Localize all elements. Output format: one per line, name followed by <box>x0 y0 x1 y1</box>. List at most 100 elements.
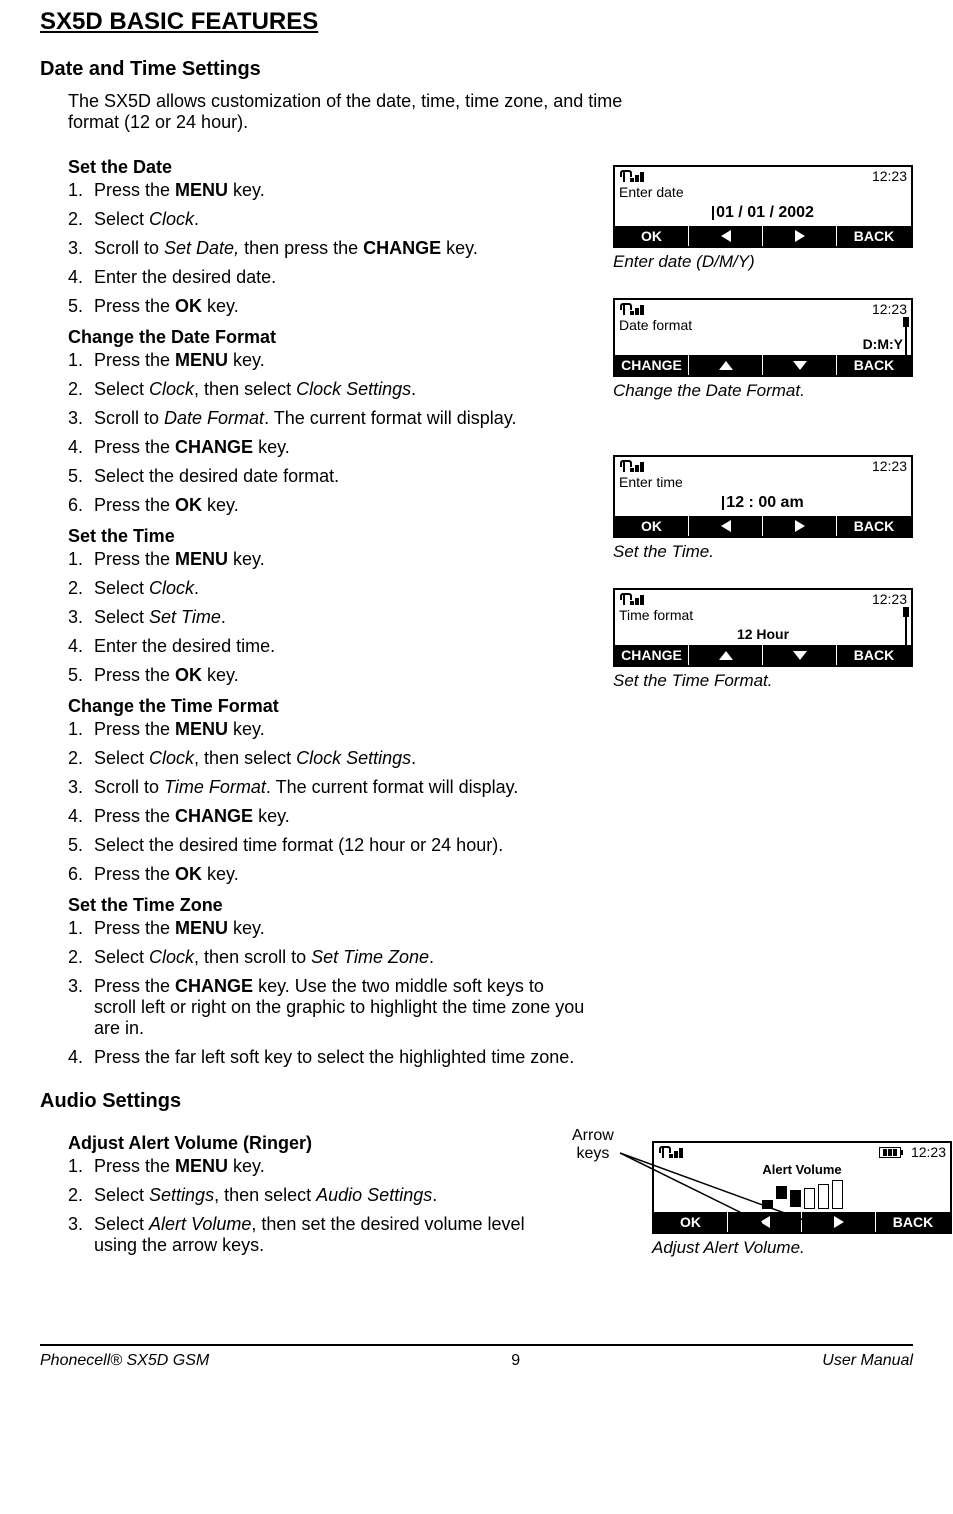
list-item: Select Set Time. <box>88 607 589 628</box>
list-item: Press the OK key. <box>88 864 589 885</box>
softkey-back: BACK <box>837 645 911 665</box>
list-item: Press the MENU key. <box>88 350 589 371</box>
date-format-value: D:M:Y <box>615 333 911 355</box>
list-item: Press the far left soft key to select th… <box>88 1047 589 1068</box>
list-item: Press the MENU key. <box>88 1156 548 1177</box>
softkey-ok: OK <box>615 226 689 246</box>
footer-left: Phonecell® SX5D GSM <box>40 1352 209 1370</box>
signal-icon <box>619 170 644 182</box>
screen-label: Time format <box>615 607 911 623</box>
clock-readout: 12:23 <box>872 301 907 317</box>
steps-time-format: Press the MENU key. Select Clock, then s… <box>88 719 589 885</box>
time-input-value: 12 : 00 am <box>615 490 911 516</box>
softkey-right-arrow <box>763 226 837 246</box>
page-footer: Phonecell® SX5D GSM 9 User Manual <box>40 1344 913 1370</box>
subheading-alert-volume: Adjust Alert Volume (Ringer) <box>68 1133 548 1154</box>
footer-page-number: 9 <box>511 1352 520 1370</box>
arrow-right-icon <box>795 230 805 242</box>
signal-icon <box>619 593 644 605</box>
list-item: Select Settings, then select Audio Setti… <box>88 1185 548 1206</box>
list-item: Select Clock, then select Clock Settings… <box>88 748 589 769</box>
time-format-value: 12 Hour <box>615 623 911 645</box>
softkey-left-arrow <box>689 516 763 536</box>
arrow-left-icon <box>721 520 731 532</box>
steps-time-zone: Press the MENU key. Select Clock, then s… <box>88 918 589 1068</box>
list-item: Press the CHANGE key. <box>88 806 589 827</box>
list-item: Enter the desired date. <box>88 267 589 288</box>
subheading-set-time: Set the Time <box>68 526 589 547</box>
softkey-down-arrow <box>763 645 837 665</box>
phone-screen: 12:23 Enter date 01 / 01 / 2002 OK BACK <box>613 165 913 248</box>
softkey-right-arrow <box>763 516 837 536</box>
softkey-left-arrow <box>689 226 763 246</box>
key-change: CHANGE <box>363 238 441 258</box>
section-heading-datetime: Date and Time Settings <box>40 58 913 81</box>
signal-icon <box>619 460 644 472</box>
arrow-left-icon <box>721 230 731 242</box>
softkey-row: CHANGE BACK <box>615 645 911 665</box>
arrow-down-icon <box>793 361 807 370</box>
figure-caption: Set the Time Format. <box>613 671 913 691</box>
list-item: Select the desired time format (12 hour … <box>88 835 589 856</box>
softkey-back: BACK <box>837 355 911 375</box>
list-item: Press the MENU key. <box>88 549 589 570</box>
subheading-set-date: Set the Date <box>68 157 589 178</box>
steps-set-date: Press the MENU key. Select Clock. Scroll… <box>88 180 589 317</box>
list-item: Press the MENU key. <box>88 180 589 201</box>
phone-screen: 12:23 Time format 12 Hour CHANGE BACK <box>613 588 913 667</box>
key-menu: MENU <box>175 180 228 200</box>
steps-date-format: Press the MENU key. Select Clock, then s… <box>88 350 589 516</box>
list-item: Scroll to Date Format. The current forma… <box>88 408 589 429</box>
list-item: Select Clock, then select Clock Settings… <box>88 379 589 400</box>
softkey-change: CHANGE <box>615 355 689 375</box>
subheading-time-format: Change the Time Format <box>68 696 589 717</box>
list-item: Select the desired date format. <box>88 466 589 487</box>
figure-enter-date: 12:23 Enter date 01 / 01 / 2002 OK BACK … <box>613 165 913 272</box>
softkey-down-arrow <box>763 355 837 375</box>
date-input-value: 01 / 01 / 2002 <box>615 200 911 226</box>
list-item: Press the CHANGE key. <box>88 437 589 458</box>
list-item: Select Alert Volume, then set the desire… <box>88 1214 548 1256</box>
subheading-time-zone: Set the Time Zone <box>68 895 589 916</box>
softkey-ok: OK <box>615 516 689 536</box>
list-item: Press the OK key. <box>88 296 589 317</box>
volume-title: Alert Volume <box>654 1162 950 1177</box>
volume-bars <box>762 1180 843 1209</box>
arrow-up-icon <box>719 651 733 660</box>
softkey-up-arrow <box>689 645 763 665</box>
steps-alert-volume: Press the MENU key. Select Settings, the… <box>88 1156 548 1256</box>
softkey-row: CHANGE BACK <box>615 355 911 375</box>
section-heading-audio: Audio Settings <box>40 1090 913 1113</box>
screen-label: Enter time <box>615 474 911 490</box>
figure-caption: Set the Time. <box>613 542 913 562</box>
phone-screen: 12:23 Enter time 12 : 00 am OK BACK <box>613 455 913 538</box>
list-item: Enter the desired time. <box>88 636 589 657</box>
softkey-row: OK BACK <box>615 516 911 536</box>
softkey-up-arrow <box>689 355 763 375</box>
steps-set-time: Press the MENU key. Select Clock. Select… <box>88 549 589 686</box>
list-item: Press the MENU key. <box>88 719 589 740</box>
clock-readout: 12:23 <box>872 458 907 474</box>
key-ok: OK <box>175 296 202 316</box>
screen-label: Enter date <box>615 184 911 200</box>
list-item: Press the MENU key. <box>88 918 589 939</box>
list-item: Select Clock. <box>88 578 589 599</box>
list-item: Scroll to Time Format. The current forma… <box>88 777 589 798</box>
softkey-change: CHANGE <box>615 645 689 665</box>
intro-paragraph: The SX5D allows customization of the dat… <box>68 91 628 133</box>
figure-caption: Change the Date Format. <box>613 381 913 401</box>
arrow-down-icon <box>793 651 807 660</box>
figure-caption: Enter date (D/M/Y) <box>613 252 913 272</box>
arrow-up-icon <box>719 361 733 370</box>
softkey-back: BACK <box>837 516 911 536</box>
list-item: Press the OK key. <box>88 495 589 516</box>
signal-icon <box>619 303 644 315</box>
page-title: SX5D BASIC FEATURES <box>40 8 913 36</box>
audio-content: Adjust Alert Volume (Ringer) Press the M… <box>68 1123 913 1284</box>
menu-clock: Clock <box>149 209 194 229</box>
list-item: Press the OK key. <box>88 665 589 686</box>
softkey-row: OK BACK <box>615 226 911 246</box>
figure-time-format: 12:23 Time format 12 Hour CHANGE BACK <box>613 588 913 691</box>
list-item: Select Clock. <box>88 209 589 230</box>
list-item: Select Clock, then scroll to Set Time Zo… <box>88 947 589 968</box>
